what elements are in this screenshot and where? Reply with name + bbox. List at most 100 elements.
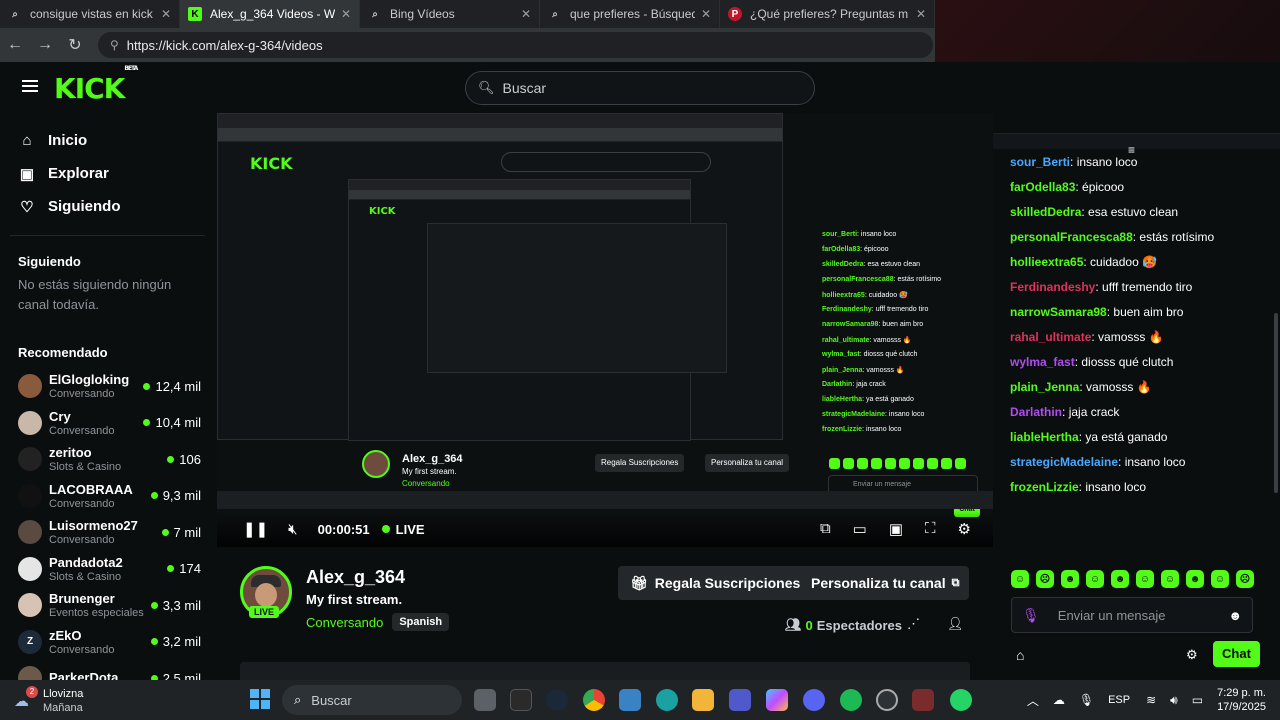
customize-channel-button[interactable]: Personaliza tu canal ⧉ — [801, 566, 970, 600]
recommended-channel[interactable]: ElGlogloking Conversando 12,4 mil — [0, 368, 215, 405]
chat-username[interactable]: Ferdinandeshy — [1010, 280, 1095, 294]
recommended-channel[interactable]: Cry Conversando 10,4 mil — [0, 405, 215, 442]
mute-icon[interactable]: 🔇︎ — [288, 521, 297, 538]
chat-username[interactable]: plain_Jenna — [1010, 380, 1079, 394]
weather-widget[interactable]: ☁ 2 Llovizna Mañana — [14, 686, 104, 714]
chat-username[interactable]: rahal_ultimate — [1010, 330, 1091, 344]
copilot-icon[interactable] — [766, 689, 788, 711]
volume-icon[interactable]: 🔊︎ — [1170, 693, 1178, 708]
chat-username[interactable]: hollieextra65 — [1010, 255, 1083, 269]
edge-icon[interactable] — [656, 689, 678, 711]
browser-tab[interactable]: ⌕ que prefieres - Búsqueda ✕ — [540, 0, 720, 28]
search-input[interactable]: 🔍︎ Buscar — [465, 71, 815, 105]
close-icon[interactable]: ✕ — [161, 7, 171, 21]
chat-username[interactable]: liableHertha — [1010, 430, 1079, 444]
microphone-icon[interactable]: 🎙︎ — [1079, 693, 1094, 707]
chat-settings-icon[interactable]: ⚙ — [1186, 647, 1198, 663]
close-icon[interactable]: ✕ — [521, 7, 531, 21]
emote-icon[interactable]: ☺ — [1086, 570, 1104, 588]
chrome-icon[interactable] — [583, 689, 605, 711]
chat-send-button[interactable]: Chat — [1213, 641, 1260, 667]
chat-username[interactable]: farOdella83 — [1010, 180, 1075, 194]
sidebar-item-explorar[interactable]: ▣ Explorar — [18, 157, 215, 190]
sidebar-item-siguiendo[interactable]: ♡ Siguiendo — [18, 190, 215, 223]
app-icon[interactable] — [912, 689, 934, 711]
back-icon[interactable]: ← — [0, 36, 30, 54]
recommended-channel[interactable]: ZzEkO Conversando 3,2 mil — [0, 624, 215, 661]
menu-icon[interactable] — [22, 80, 38, 92]
spotify-icon[interactable] — [840, 689, 862, 711]
emote-icon[interactable]: ☻ — [1186, 570, 1204, 588]
folder-icon[interactable] — [692, 689, 714, 711]
emote-icon[interactable]: ☺ — [1211, 570, 1229, 588]
clock[interactable]: 7:29 p. m. 17/9/2025 — [1217, 686, 1266, 714]
emote-icon[interactable]: ☹ — [1236, 570, 1254, 588]
pip-icon[interactable]: ▣ — [889, 520, 903, 538]
video-player[interactable]: KICK KICK sour_Berti: insano loco farOde… — [217, 113, 993, 547]
recommended-channel[interactable]: Pandadota2 Slots & Casino 174 — [0, 551, 215, 588]
teams-icon[interactable] — [729, 689, 751, 711]
recommended-channel[interactable]: LACOBRAAA Conversando 9,3 mil — [0, 478, 215, 515]
file-explorer-app-icon[interactable] — [474, 689, 496, 711]
sidebar-item-inicio[interactable]: ⌂ Inicio — [18, 124, 215, 157]
chat-username[interactable]: skilledDedra — [1010, 205, 1081, 219]
stream-category[interactable]: Conversando — [306, 615, 383, 630]
recommended-channel[interactable]: zeritoo Slots & Casino 106 — [0, 441, 215, 478]
discord-icon[interactable] — [803, 689, 825, 711]
chat-username[interactable]: wylma_fast — [1010, 355, 1075, 369]
battery-icon[interactable]: ▭ — [1192, 693, 1203, 707]
browser-tab[interactable]: ⌕ consigue vistas en kick - Bús ✕ — [0, 0, 180, 28]
close-icon[interactable]: ✕ — [916, 7, 926, 21]
gift-subscriptions-button[interactable]: 🎁︎ Regala Suscripciones — [618, 566, 813, 600]
chat-username[interactable]: strategicMadelaine — [1010, 455, 1118, 469]
chevron-up-icon[interactable]: ︿ — [1027, 692, 1039, 709]
clip-icon[interactable]: ⧉ — [820, 520, 831, 538]
chat-username[interactable]: personalFrancesca88 — [1010, 230, 1133, 244]
browser-tab[interactable]: ⌕ Bing Vídeos ✕ — [360, 0, 540, 28]
whatsapp-icon[interactable] — [950, 689, 972, 711]
chat-scrollbar[interactable] — [1274, 313, 1278, 493]
input-language[interactable]: ESP — [1108, 694, 1130, 706]
emoji-icon[interactable]: ☻ — [1228, 608, 1242, 623]
emote-icon[interactable]: ☺ — [1136, 570, 1154, 588]
chat-username[interactable]: sour_Berti — [1010, 155, 1070, 169]
emote-icon[interactable]: ☹ — [1036, 570, 1054, 588]
store-app-icon[interactable] — [619, 689, 641, 711]
user-settings-icon[interactable]: 👤︎ — [947, 616, 964, 632]
microphone-icon[interactable]: 🎙︎ — [1022, 607, 1040, 624]
wifi-icon[interactable]: ≋ — [1146, 693, 1156, 707]
share-icon[interactable]: ⋰ — [907, 616, 920, 632]
taskbar-search[interactable]: ⌕ Buscar — [282, 685, 462, 715]
obs-icon[interactable] — [876, 689, 898, 711]
chat-username[interactable]: narrowSamara98 — [1010, 305, 1107, 319]
browser-tab-active[interactable]: K Alex_g_364 Videos - Watch ✕ — [180, 0, 360, 28]
store-icon[interactable]: ⌂ — [1016, 647, 1024, 663]
fullscreen-icon[interactable]: ⛶ — [925, 520, 936, 538]
emote-icon[interactable]: ☺ — [1011, 570, 1029, 588]
settings-icon[interactable]: ⚙ — [958, 520, 971, 538]
pause-icon[interactable]: ❚❚ — [243, 520, 268, 538]
url-input[interactable]: ⚲ https://kick.com/alex-g-364/videos — [98, 32, 933, 58]
tune-icon[interactable]: ⚲ — [110, 38, 119, 52]
language-tag[interactable]: Spanish — [392, 613, 450, 631]
close-icon[interactable]: ✕ — [701, 7, 711, 21]
chat-username[interactable]: Darlathin — [1010, 405, 1062, 419]
forward-icon[interactable]: → — [30, 36, 60, 54]
chat-username[interactable]: frozenLizzie — [1010, 480, 1079, 494]
browser-tab[interactable]: P ¿Qué prefieres? Preguntas m ✕ — [720, 0, 935, 28]
emote-icon[interactable]: ☺ — [1161, 570, 1179, 588]
recommended-channel[interactable]: Brunenger Eventos especiales 3,3 mil — [0, 587, 215, 624]
close-icon[interactable]: ✕ — [341, 7, 351, 21]
cloud-icon[interactable]: ☁ — [1053, 693, 1065, 707]
reload-icon[interactable]: ↻ — [60, 35, 90, 55]
emote-icon[interactable]: ☻ — [1061, 570, 1079, 588]
kick-logo[interactable]: KICKBETA — [54, 65, 138, 105]
steam-icon[interactable] — [546, 689, 568, 711]
emote-icon[interactable]: ☻ — [1111, 570, 1129, 588]
windows-start-icon[interactable] — [250, 689, 270, 709]
epic-games-icon[interactable] — [510, 689, 532, 711]
recommended-channel[interactable]: Luisormeno27 Conversando 7 mil — [0, 514, 215, 551]
chat-message-input[interactable]: 🎙︎ Enviar un mensaje ☻ — [1011, 597, 1253, 633]
theatre-icon[interactable]: ▭ — [853, 520, 867, 538]
channel-name[interactable]: Alex_g_364 — [306, 567, 405, 588]
